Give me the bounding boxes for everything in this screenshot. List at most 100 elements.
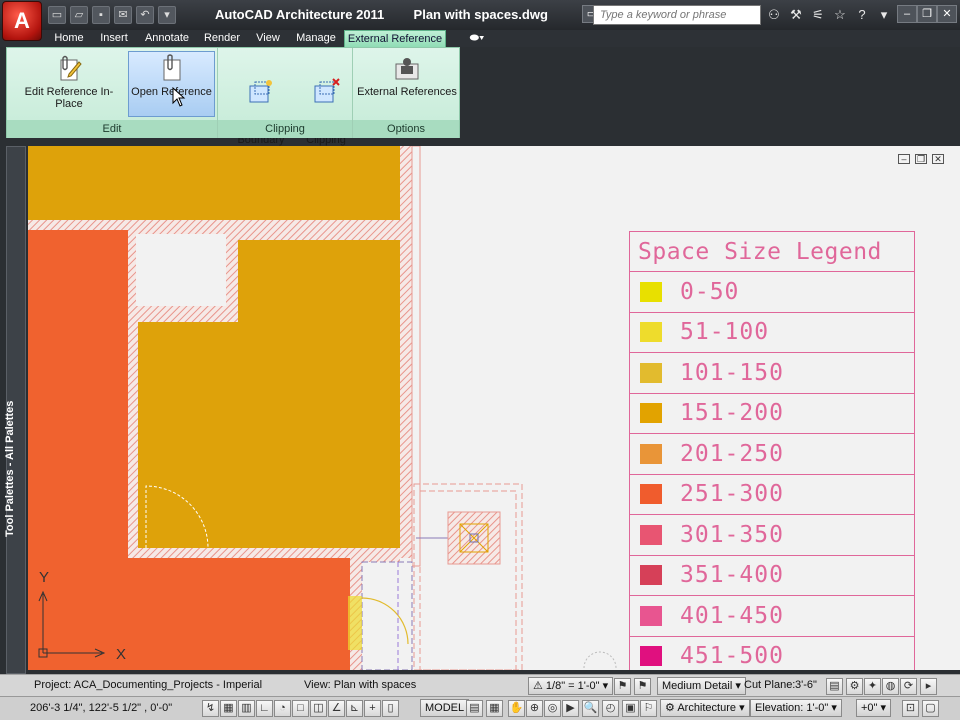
lightbulb-icon[interactable]: ✦ xyxy=(864,678,881,695)
zoom-realtime-icon[interactable]: 🔍 xyxy=(582,700,599,717)
steeringwheel-icon[interactable]: ◎ xyxy=(544,700,561,717)
external-references-button[interactable]: External References xyxy=(357,52,457,118)
quick-properties-icon[interactable]: ▯ xyxy=(382,700,399,717)
tab-view[interactable]: View xyxy=(252,30,284,47)
ribbon-panels: Edit Reference In-Place Open Reference E… xyxy=(6,47,460,146)
space-small-white[interactable] xyxy=(136,234,226,306)
help-icon[interactable]: ? xyxy=(853,6,871,24)
isolate-objects-icon[interactable]: ◍ xyxy=(882,678,899,695)
drawing-menu-icon[interactable]: ▸ xyxy=(920,678,937,695)
document-title: Plan with spaces.dwg xyxy=(413,7,548,22)
help-dropdown-icon[interactable]: ▾ xyxy=(875,6,893,24)
tab-external-reference[interactable]: External Reference xyxy=(344,30,446,47)
edit-reference-icon xyxy=(60,55,82,81)
legend-label: 301-350 xyxy=(680,521,784,548)
3d-object-snap-icon[interactable]: ◫ xyxy=(310,700,327,717)
drawing-canvas[interactable]: – ❐ ✕ Y X Space Size Legend 0-50 51-100 … xyxy=(28,146,960,670)
plot-icon[interactable]: ✉ xyxy=(114,6,132,24)
zoom-icon[interactable]: ⊕ xyxy=(526,700,543,717)
grid-display-icon[interactable]: ▥ xyxy=(238,700,255,717)
polar-tracking-icon[interactable]: ◔ xyxy=(274,700,291,717)
space-top-gold[interactable] xyxy=(28,146,400,220)
annotation-visibility-icon[interactable]: ⚑ xyxy=(614,678,631,695)
infer-constraints-icon[interactable]: ↯ xyxy=(202,700,219,717)
display-configuration-dropdown[interactable]: Medium Detail ▾ xyxy=(657,677,746,695)
ortho-mode-icon[interactable]: ∟ xyxy=(256,700,273,717)
application-status-bar: 206'-3 1/4", 122'-5 1/2" , 0'-0" ↯ ▦ ▥ ∟… xyxy=(0,696,960,720)
title-bar: A ▭ ▱ ▪ ✉ ↶ ▾ AutoCAD Architecture 2011 … xyxy=(0,0,960,41)
application-menu-button[interactable]: A xyxy=(2,1,42,41)
auto-scale-icon[interactable]: ⚑ xyxy=(634,678,651,695)
remove-clipping-button[interactable]: Remove Clipping xyxy=(303,52,362,146)
orbit-icon[interactable]: ◴ xyxy=(602,700,619,717)
quick-view-layouts-icon[interactable]: ▤ xyxy=(466,700,483,717)
surface-hatch-icon[interactable]: ▤ xyxy=(826,678,843,695)
window-title: AutoCAD Architecture 2011 Plan with spac… xyxy=(215,7,548,22)
clean-screen-icon[interactable]: ▢ xyxy=(922,700,939,717)
window-close-button[interactable]: ✕ xyxy=(937,5,957,23)
annotation-scale-dropdown[interactable]: ⚠ 1/8" = 1'-0" ▾ xyxy=(528,677,614,695)
viewport-close-icon[interactable]: ✕ xyxy=(932,154,944,164)
legend-swatch xyxy=(640,605,662,626)
remove-clipping-icon xyxy=(314,78,340,103)
toolbar-lock-icon[interactable]: ⊡ xyxy=(902,700,919,717)
model-space-button[interactable]: MODEL xyxy=(420,699,470,717)
sheet-set-icon[interactable]: ▣ xyxy=(622,700,639,717)
pan-icon[interactable]: ✋ xyxy=(508,700,525,717)
legend-label: 401-450 xyxy=(680,602,784,629)
binoculars-icon[interactable]: ⚇ xyxy=(765,6,783,24)
tab-insert[interactable]: Insert xyxy=(94,30,134,47)
undo-icon[interactable]: ↶ xyxy=(136,6,154,24)
snap-mode-icon[interactable]: ▦ xyxy=(220,700,237,717)
ucs-x-label: X xyxy=(116,646,126,663)
toolbar-dropdown-icon[interactable]: ▾ xyxy=(158,6,176,24)
showmotion-icon[interactable]: ▶ xyxy=(562,700,579,717)
sync-icon[interactable]: ⟳ xyxy=(900,678,917,695)
viewport-restore-icon[interactable]: ❐ xyxy=(915,154,927,164)
comm-center-icon[interactable]: ⚟ xyxy=(809,6,827,24)
legend-label: 201-250 xyxy=(680,440,784,467)
window-restore-button[interactable]: ❐ xyxy=(917,5,937,23)
legend-row: 151-200 xyxy=(630,394,914,434)
info-toolbar: ⚇ ⚒ ⚟ ☆ ? ▾ xyxy=(765,6,893,24)
ribbon-options-dropdown-icon[interactable]: ⬬▾ xyxy=(462,30,492,47)
coordinates-readout: 206'-3 1/4", 122'-5 1/2" , 0'-0" xyxy=(30,702,173,714)
panel-edit-title: Edit xyxy=(7,120,217,138)
create-clipping-boundary-button[interactable]: Create Clipping Boundary xyxy=(221,52,315,146)
elevation-dropdown[interactable]: Elevation: 1'-0" ▾ xyxy=(750,699,842,717)
edit-reference-in-place-button[interactable]: Edit Reference In-Place xyxy=(11,52,127,118)
app-title: AutoCAD Architecture 2011 xyxy=(215,7,385,22)
legend-row: 451-500 xyxy=(630,637,914,671)
new-file-icon[interactable]: ▭ xyxy=(48,6,66,24)
cut-plane-value[interactable]: 3'-6" xyxy=(795,679,817,691)
external-references-label: External References xyxy=(357,86,457,98)
annotation-monitor-icon[interactable]: ⚐ xyxy=(640,700,657,717)
legend-swatch xyxy=(640,281,662,302)
favorites-star-icon[interactable]: ☆ xyxy=(831,6,849,24)
legend-row: 401-450 xyxy=(630,596,914,637)
object-snap-icon[interactable]: □ xyxy=(292,700,309,717)
open-reference-button[interactable]: Open Reference xyxy=(128,51,215,117)
layer-key-icon[interactable]: ⚙ xyxy=(846,678,863,695)
tab-home[interactable]: Home xyxy=(48,30,90,47)
open-reference-icon xyxy=(163,54,180,81)
viewport-minimize-icon[interactable]: – xyxy=(898,154,910,164)
tab-annotate[interactable]: Annotate xyxy=(140,30,194,47)
wrench-icon[interactable]: ⚒ xyxy=(787,6,805,24)
tool-palette-bar[interactable]: Tool Palettes - All Palettes xyxy=(4,146,26,674)
search-input[interactable] xyxy=(593,5,761,25)
object-snap-tracking-icon[interactable]: ∠ xyxy=(328,700,345,717)
quick-view-drawings-icon[interactable]: ▦ xyxy=(486,700,503,717)
dynamic-ucs-icon[interactable]: ⊾ xyxy=(346,700,363,717)
open-file-icon[interactable]: ▱ xyxy=(70,6,88,24)
wall xyxy=(28,220,400,230)
dynamic-input-icon[interactable]: + xyxy=(364,700,381,717)
tab-manage[interactable]: Manage xyxy=(292,30,340,47)
workspace-switch-dropdown[interactable]: ⚙ Architecture ▾ xyxy=(660,699,750,717)
window-minimize-button[interactable]: – xyxy=(897,5,917,23)
save-icon[interactable]: ▪ xyxy=(92,6,110,24)
elevation-value: Elevation: 1'-0" xyxy=(755,702,829,714)
tab-render[interactable]: Render xyxy=(200,30,244,47)
offset-dropdown[interactable]: +0" ▾ xyxy=(856,699,892,717)
tool-palette-label: Tool Palettes - All Palettes xyxy=(4,400,16,537)
